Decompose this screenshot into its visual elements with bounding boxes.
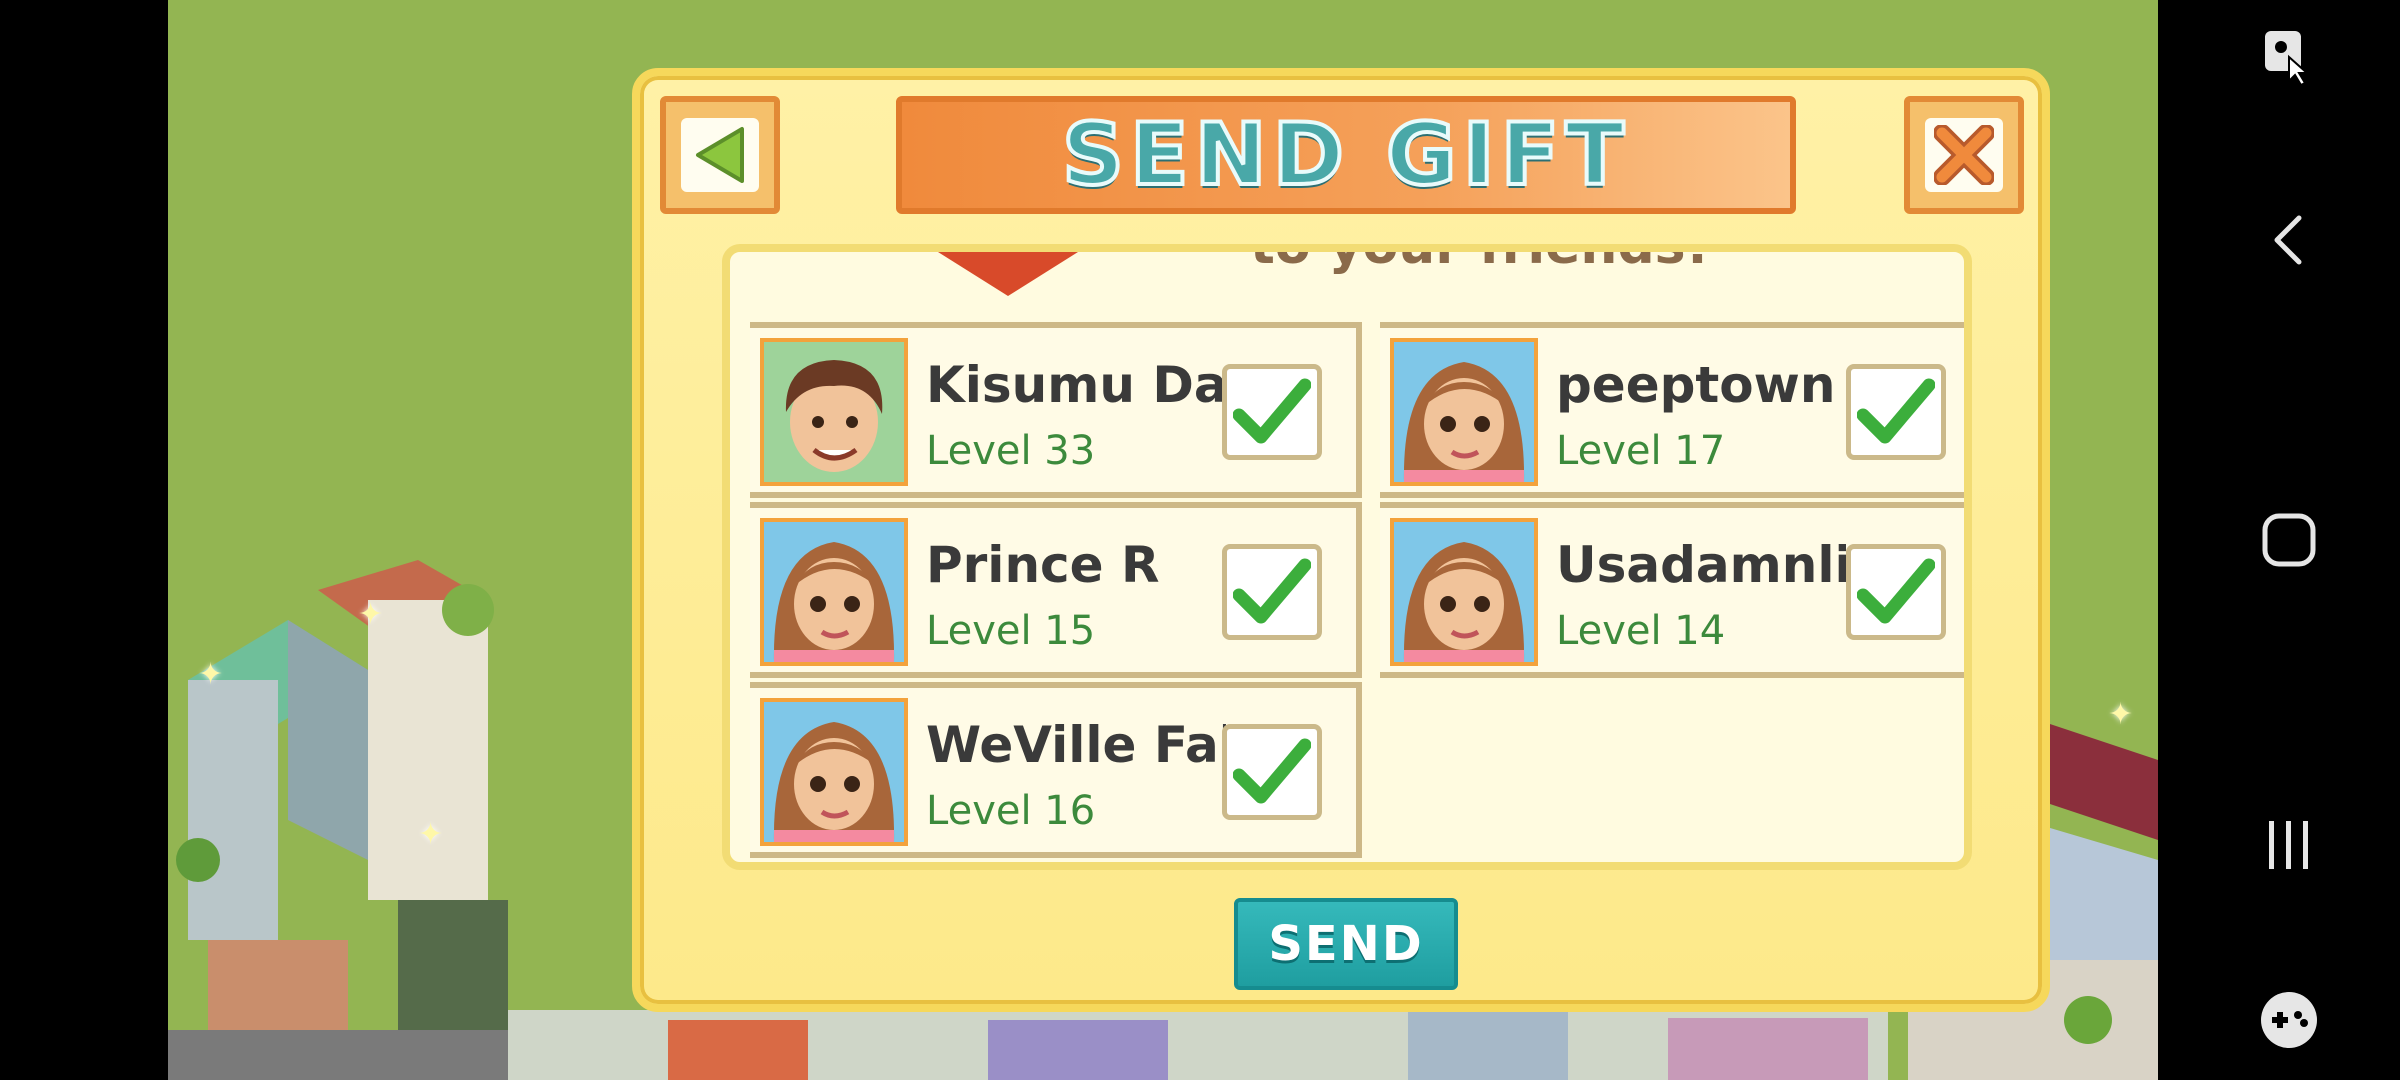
- sparkle-decoration: ✦: [2108, 697, 2134, 732]
- sparkle-decoration: ✦: [418, 817, 444, 852]
- girl-avatar-icon: [764, 522, 904, 662]
- checkmark-icon: [1233, 378, 1311, 444]
- close-button[interactable]: [1904, 96, 2024, 214]
- game-viewport: ✦ ✦ ✦ ✦ ✦ ✦ SEND GIFT to your: [168, 0, 2158, 1080]
- checkmark-icon: [1857, 378, 1935, 444]
- select-friend-checkbox[interactable]: [1222, 544, 1322, 640]
- friend-name: peeptown: [1556, 356, 1836, 414]
- screenshot-tool-button[interactable]: [2178, 22, 2400, 92]
- checkmark-icon: [1233, 558, 1311, 624]
- checkmark-icon: [1233, 738, 1311, 804]
- friend-level: Level 16: [926, 788, 1096, 834]
- panel-caption: to your friends!: [1250, 244, 1710, 276]
- home-icon: [2262, 513, 2316, 567]
- select-friend-checkbox[interactable]: [1222, 364, 1322, 460]
- nav-home-button[interactable]: [2178, 500, 2400, 580]
- girl-avatar: [760, 698, 908, 846]
- select-friend-checkbox[interactable]: [1846, 364, 1946, 460]
- recent-apps-icon: [2269, 821, 2308, 869]
- girl-avatar: [760, 518, 908, 666]
- boy-avatar-icon: [764, 342, 904, 482]
- nav-back-button[interactable]: [2178, 200, 2400, 280]
- girl-avatar-icon: [764, 702, 904, 842]
- send-gift-dialog: SEND GIFT to your friends! Kisumu Da Lev…: [632, 68, 2050, 1012]
- send-button[interactable]: SEND: [1234, 898, 1458, 990]
- girl-avatar: [1390, 338, 1538, 486]
- sparkle-decoration: ✦: [358, 597, 384, 632]
- scroll-indicator-arrow: [938, 252, 1078, 296]
- select-friend-checkbox[interactable]: [1222, 724, 1322, 820]
- girl-avatar-icon: [1394, 342, 1534, 482]
- friend-row[interactable]: Kisumu Dala Level 33: [750, 322, 1362, 498]
- triangle-left-icon: [696, 127, 744, 183]
- friend-level: Level 33: [926, 428, 1096, 474]
- close-button-face: [1925, 118, 2003, 192]
- dialog-title: SEND GIFT: [1060, 103, 1630, 207]
- select-friend-checkbox[interactable]: [1846, 544, 1946, 640]
- girl-avatar: [1390, 518, 1538, 666]
- game-tools-button[interactable]: [2178, 985, 2400, 1055]
- friend-name: Prince R: [926, 536, 1160, 594]
- city-background-left: [168, 560, 528, 1080]
- back-button[interactable]: [660, 96, 780, 214]
- girl-avatar-icon: [1394, 522, 1534, 662]
- friend-level: Level 17: [1556, 428, 1726, 474]
- close-icon: [1934, 125, 1994, 185]
- friend-row[interactable]: Usadamnlie Level 14: [1380, 502, 1964, 678]
- friend-row[interactable]: Prince R Level 15: [750, 502, 1362, 678]
- title-banner: SEND GIFT: [896, 96, 1796, 214]
- friend-level: Level 14: [1556, 608, 1726, 654]
- screenshot-tool-icon: [2265, 31, 2310, 87]
- nav-recent-apps-button[interactable]: [2178, 805, 2400, 885]
- back-arrow-icon: [2274, 215, 2302, 265]
- friends-list-panel[interactable]: to your friends! Kisumu Dala Level 33: [722, 244, 1972, 870]
- sparkle-decoration: ✦: [198, 657, 224, 692]
- friend-name: Usadamnlie: [1556, 536, 1846, 594]
- friend-name: WeVille Falls: [926, 716, 1226, 774]
- boy-avatar: [760, 338, 908, 486]
- friend-level: Level 15: [926, 608, 1096, 654]
- game-controller-icon: [2261, 992, 2317, 1048]
- friend-name: Kisumu Dala: [926, 356, 1226, 414]
- back-button-face: [681, 118, 759, 192]
- friend-row[interactable]: WeVille Falls Level 16: [750, 682, 1362, 858]
- system-navigation-bar: [2178, 0, 2400, 1080]
- checkmark-icon: [1857, 558, 1935, 624]
- city-background-bottom: [508, 1010, 1888, 1080]
- friend-row[interactable]: peeptown Level 17: [1380, 322, 1964, 498]
